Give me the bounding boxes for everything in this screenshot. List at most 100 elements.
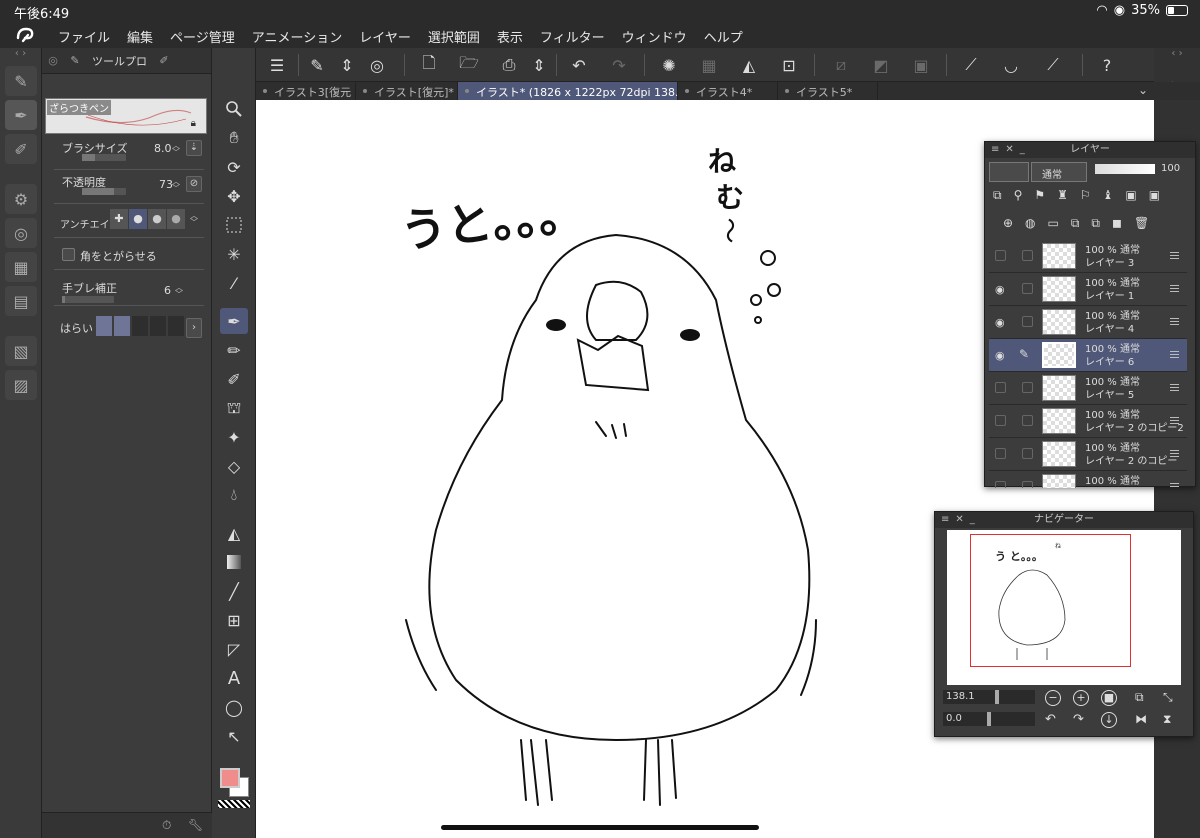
zoom-reset-icon[interactable]: ■ [1101,690,1117,706]
menu-item[interactable]: ファイル [58,27,110,46]
decoration-tool-icon[interactable]: ✦ [220,424,248,450]
zoom-field[interactable]: 138.1 [943,690,1035,704]
lock-checkbox[interactable] [1022,283,1033,294]
layer-color-button[interactable] [989,162,1029,182]
menu-item[interactable]: 編集 [127,27,153,46]
doc-tab[interactable]: イラスト5* [778,82,878,100]
brush-settings-icon[interactable]: ⚙ [5,184,37,214]
edit-tab-icon[interactable]: ✐ [153,54,175,67]
visibility-checkbox[interactable] [995,415,1006,426]
doc-tab[interactable]: イラスト[復元]* [356,82,458,100]
lock-checkbox[interactable] [1022,448,1033,459]
layer-row[interactable]: 100 % 通常 レイヤー 3 [989,240,1187,273]
menu-icon[interactable]: ☰ [264,53,290,77]
zoom-tool-icon[interactable] [220,96,248,122]
menu-item[interactable]: ページ管理 [170,27,235,46]
pencil-tool-icon[interactable]: ✏ [220,337,248,363]
tool-sub-marker-icon[interactable]: ✐ [5,134,37,164]
layer-menu-icon[interactable] [1170,417,1179,424]
material-icon[interactable]: ▤ [5,286,37,316]
brush-size-value[interactable]: 8.0 [154,142,172,155]
layer-tool-row-1-icons[interactable]: ⧉⚲⚑♜⚐♝▣▣ [993,188,1172,203]
fill-tool-icon[interactable]: ◭ [220,520,248,546]
brush-tool-icon[interactable]: ✐ [220,366,248,392]
sharp-corner-checkbox[interactable] [62,248,75,261]
save-updown-icon[interactable]: ⇕ [526,53,552,77]
brush-tab-icon[interactable]: ✎ [64,54,86,67]
sub-tool-tab-icon[interactable]: ◎ [42,54,64,67]
tool-sub-pen-icon[interactable]: ✒ [5,100,37,130]
layer-opacity-value[interactable]: 100 [1161,163,1180,174]
layer-menu-icon[interactable] [1170,351,1179,358]
layer-row[interactable]: 100 % 通常 [989,471,1187,488]
save-icon[interactable]: ⎙ [496,53,522,77]
ruler-tool-icon[interactable]: ◸ [220,636,248,662]
layer-menu-icon[interactable] [1170,450,1179,457]
move-tool-icon[interactable]: ✥ [220,183,248,209]
navigator-preview[interactable]: う と。。。 ね [947,530,1181,685]
doc-tab-active[interactable]: イラスト* (1826 x 1222px 72dpi 138.1%) [458,82,678,100]
reset-rotation-icon[interactable]: ↓ [1101,712,1117,728]
lock-checkbox[interactable] [1022,250,1033,261]
taper-slots[interactable] [96,316,184,336]
layer-row[interactable]: 100 % 通常 レイヤー 2 のコピー [989,438,1187,471]
eraser-tool-icon[interactable]: ◇ [220,453,248,479]
menu-item[interactable]: レイヤー [359,27,411,46]
wrench-icon[interactable]: 🔧︎ [188,818,203,832]
rotate-tool-icon[interactable]: ⟳ [220,154,248,180]
layer-search-icon[interactable]: ▨ [5,370,37,400]
clear-icon[interactable]: ▦ [696,53,722,77]
selection-border-icon[interactable]: ▣ [908,53,934,77]
layer-row[interactable]: ◉ ✎ 100 % 通常 レイヤー 6 [989,339,1187,372]
transparent-color-icon[interactable] [218,800,250,808]
layer-property-icon[interactable]: ▧ [5,336,37,366]
layer-tool-row-2-icons[interactable]: ⊕◍▭⧉⧉◼🗑︎ [1003,216,1161,231]
rotate-right-icon[interactable]: ↷ [1073,712,1084,727]
tool-group-pen-icon[interactable]: ✎ [5,66,37,96]
deselect-icon[interactable]: ⧄ [828,53,854,77]
doc-tab[interactable]: イラスト3[復元 [256,82,356,100]
gradient-tool-icon[interactable] [220,549,248,575]
layer-menu-icon[interactable] [1170,483,1179,488]
new-file-icon[interactable]: 🗋︎ [416,53,442,77]
stabilization-slider[interactable] [62,296,114,303]
eyedropper-tool-icon[interactable]: ⁄ [220,270,248,296]
layer-menu-icon[interactable] [1170,252,1179,259]
layer-row[interactable]: 100 % 通常 レイヤー 2 のコピー2 [989,405,1187,438]
tabs-overflow-chevron-icon[interactable]: ⌄ [1138,83,1148,97]
open-file-icon[interactable]: 🗁︎ [456,53,482,77]
updown-icon[interactable]: ⇕ [334,53,360,77]
fill-layer-icon[interactable]: ◭ [736,53,762,77]
blend-tool-icon[interactable]: 💧︎ [220,482,248,508]
hand-tool-icon[interactable]: ✋︎ [220,125,248,151]
lock-checkbox[interactable] [1022,316,1033,327]
zoom-in-icon[interactable]: + [1073,690,1089,706]
redo-icon[interactable]: ↷ [606,53,632,77]
menu-item[interactable]: フィルター [540,27,605,46]
lock-icon[interactable]: 🔒︎ [191,118,196,129]
lock-checkbox[interactable] [1022,481,1033,488]
antialias-weak-icon[interactable]: ● [129,209,147,229]
undo-icon[interactable]: ↶ [566,53,592,77]
antialias-spinner[interactable]: ︿ ﹀ [189,212,199,227]
visibility-checkbox[interactable] [995,382,1006,393]
opacity-spinner[interactable]: ︿ ﹀ [171,178,181,193]
correct-line-tool-icon[interactable]: ↖ [220,723,248,749]
frame-tool-icon[interactable]: ⊞ [220,607,248,633]
zoom-out-icon[interactable]: − [1045,690,1061,706]
antialias-strong-icon[interactable]: ● [167,209,185,229]
visibility-checkbox[interactable] [995,481,1006,488]
invert-selection-icon[interactable]: ◩ [868,53,894,77]
main-color-swatch[interactable] [220,768,240,788]
brush-size-slider[interactable] [82,154,126,161]
smart-app-icon[interactable]: ◎ [364,53,390,77]
fit-to-window-icon[interactable]: ⧉ [1135,690,1144,705]
selection-tool-icon[interactable] [220,212,248,238]
brush-preview[interactable]: ざらつきペン 🔒︎ [45,98,207,134]
layer-menu-icon[interactable] [1170,318,1179,325]
reset-icon[interactable]: ⏱︎ [162,818,171,833]
layer-row[interactable]: 100 % 通常 レイヤー 5 [989,372,1187,405]
flip-vertical-icon[interactable]: ⧗ [1163,712,1171,727]
eye-icon[interactable]: ◉ [995,283,1005,296]
menu-item[interactable]: ヘルプ [704,27,743,46]
